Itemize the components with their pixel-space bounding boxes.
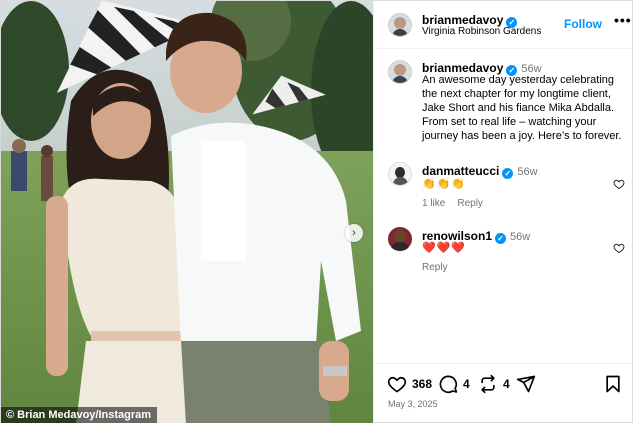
author-avatar[interactable]	[388, 13, 412, 37]
comment-icon	[439, 375, 458, 394]
heart-icon	[387, 376, 407, 393]
post-date[interactable]: May 3, 2025	[388, 399, 438, 409]
comment-action[interactable]: 4	[438, 374, 470, 394]
photo-credit: © Brian Medavoy/Instagram	[1, 407, 158, 423]
chevron-right-icon: ›	[352, 227, 356, 239]
bookmark-icon	[606, 375, 620, 393]
comment-username[interactable]: danmatteucci	[422, 164, 499, 178]
follow-button[interactable]: Follow	[564, 17, 602, 31]
post-photo[interactable]: › © Brian Medavoy/Instagram	[1, 1, 373, 423]
like-count: 368	[412, 377, 433, 391]
repost-action[interactable]: 4	[478, 374, 510, 394]
repost-count: 4	[503, 377, 510, 391]
comment-like-heart-icon[interactable]	[613, 242, 625, 254]
verified-badge-icon: ✓	[495, 233, 507, 244]
comment-age: 56w	[517, 166, 538, 178]
verified-badge-icon: ✓	[502, 168, 514, 179]
share-action[interactable]	[516, 374, 536, 394]
next-photo-button[interactable]: ›	[345, 224, 363, 242]
post-actions-bar: 368 4 4	[374, 363, 633, 399]
comment-likes[interactable]: 1 like	[422, 198, 445, 209]
photo-illustration	[1, 1, 373, 423]
post-header: brianmedavoy ✓ Virginia Robinson Gardens …	[374, 1, 633, 49]
like-action[interactable]: 368	[387, 374, 432, 394]
caption-avatar[interactable]	[388, 60, 412, 84]
repost-icon	[481, 374, 495, 394]
comment-like-heart-icon[interactable]	[613, 178, 625, 190]
comment-text: ❤️❤️❤️	[422, 242, 467, 254]
comment-actions: 1 like Reply	[422, 198, 495, 209]
instagram-post: › © Brian Medavoy/Instagram brianmedavoy…	[0, 0, 633, 423]
comment-count: 4	[463, 377, 470, 391]
caption-text: An awesome day yesterday celebrating the…	[422, 74, 622, 142]
post-details-panel: brianmedavoy ✓ Virginia Robinson Gardens …	[373, 1, 633, 423]
save-action[interactable]	[604, 374, 622, 394]
reply-button[interactable]: Reply	[422, 262, 448, 273]
comment-avatar[interactable]	[388, 227, 412, 251]
reply-button[interactable]: Reply	[457, 198, 483, 209]
comment-avatar[interactable]	[388, 162, 412, 186]
comment-actions: Reply	[422, 262, 460, 273]
more-icon[interactable]: •••	[614, 12, 632, 28]
post-location[interactable]: Virginia Robinson Gardens	[422, 26, 541, 37]
author-username[interactable]: brianmedavoy	[422, 13, 503, 27]
comment-age: 56w	[510, 231, 531, 243]
share-icon	[516, 375, 536, 393]
comment-text: 👏👏👏	[422, 178, 467, 190]
